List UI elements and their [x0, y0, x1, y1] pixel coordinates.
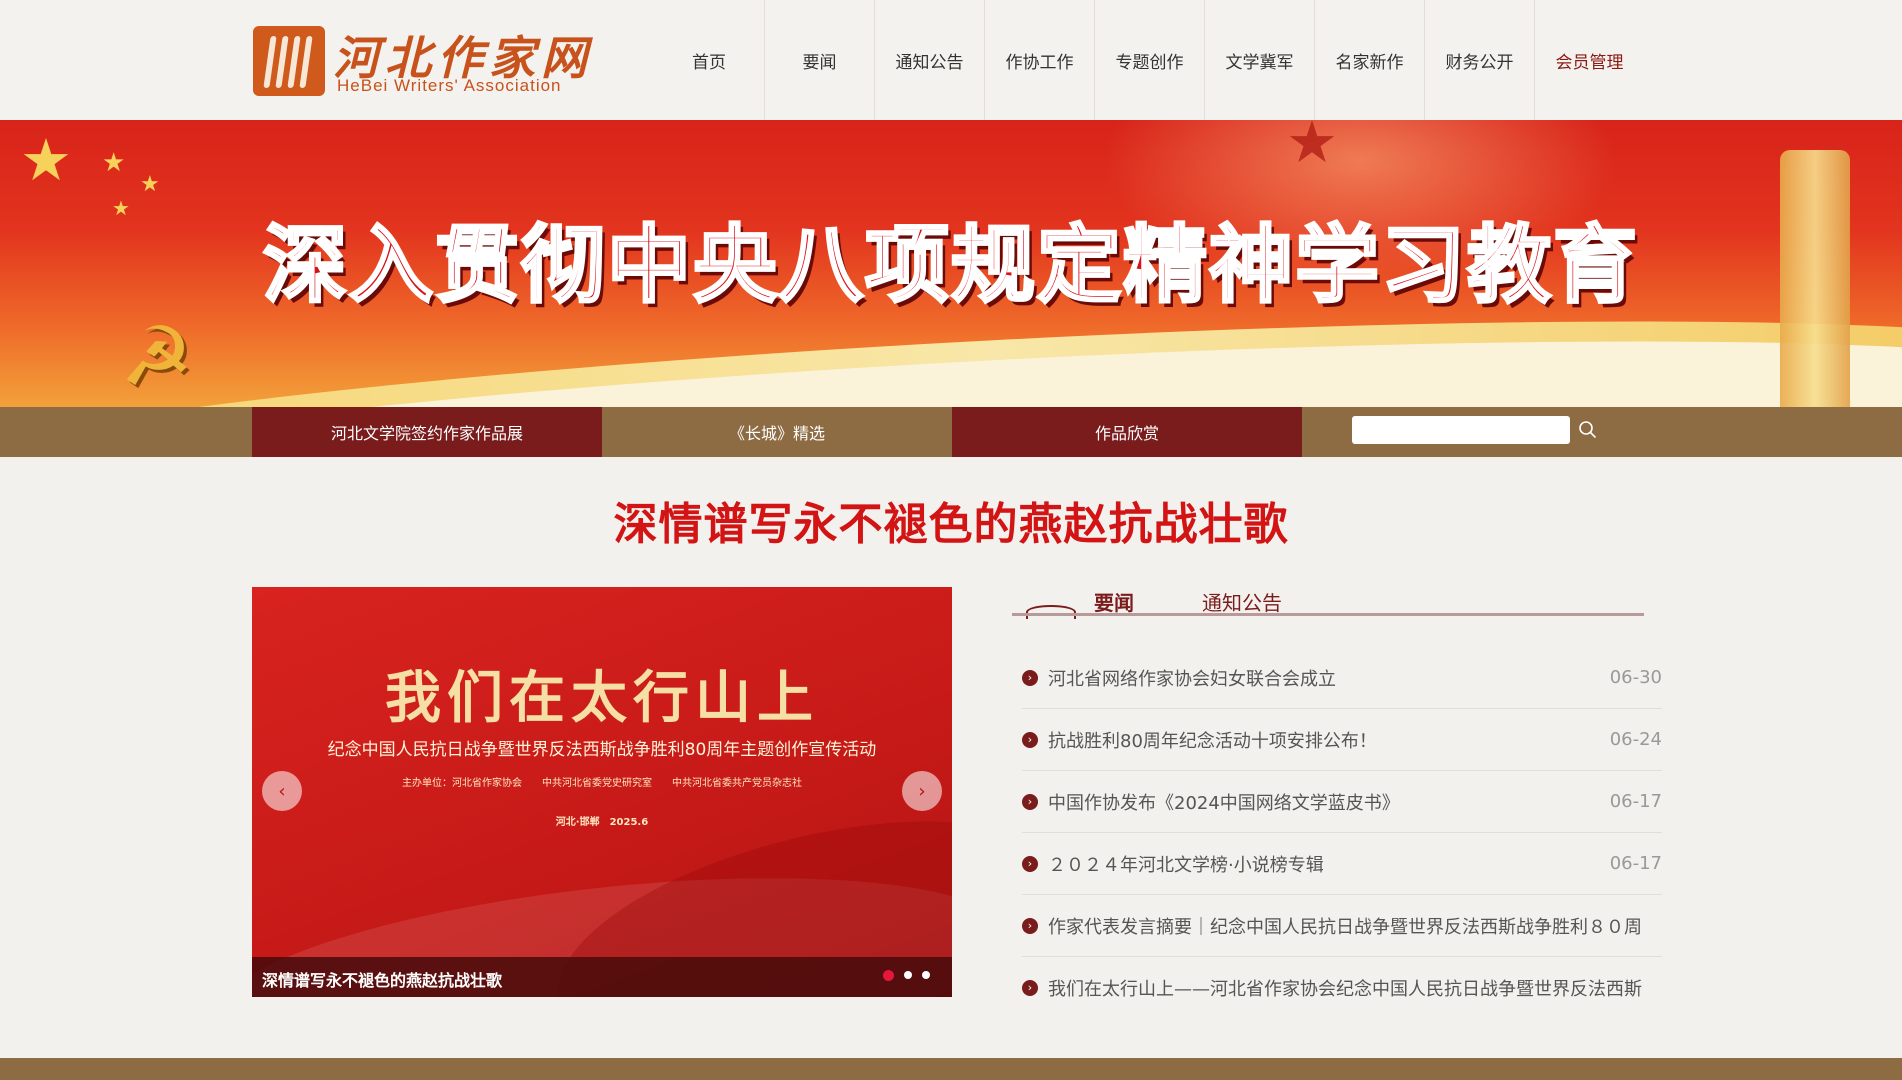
news-date: 06-17	[1609, 853, 1662, 874]
slider-next-button[interactable]: ›	[902, 771, 942, 811]
star-icon: ★	[140, 172, 160, 197]
sub-nav-bar: 河北文学院签约作家作品展 《长城》精选 作品欣赏	[0, 407, 1902, 457]
nav-member-management[interactable]: 会员管理	[1534, 0, 1644, 120]
slider-dot-2[interactable]	[904, 971, 912, 979]
hammer-sickle-icon: ☭	[120, 310, 194, 405]
tab-decoration	[1026, 605, 1076, 619]
subnav-great-wall[interactable]: 《长城》精选	[602, 407, 952, 457]
nav-special-topics[interactable]: 专题创作	[1094, 0, 1204, 120]
nav-hebei-writers[interactable]: 文学冀军	[1204, 0, 1314, 120]
chevron-left-icon: ‹	[278, 780, 286, 802]
nav-notices[interactable]: 通知公告	[874, 0, 984, 120]
news-title[interactable]: 中国作协发布《2024中国网络文学蓝皮书》	[1048, 789, 1648, 815]
search-input[interactable]	[1352, 416, 1570, 444]
slide-subtitle: 纪念中国人民抗日战争暨世界反法西斯战争胜利80周年主题创作宣传活动	[327, 740, 877, 760]
footer-band	[0, 1058, 1902, 1080]
nav-new-works[interactable]: 名家新作	[1314, 0, 1424, 120]
slider-dots	[883, 970, 930, 981]
tab-news[interactable]: 要闻	[1094, 587, 1134, 616]
slider-dot-3[interactable]	[922, 971, 930, 979]
feature-headline[interactable]: 深情谱写永不褪色的燕赵抗战壮歌	[0, 488, 1902, 552]
search-icon[interactable]	[1574, 416, 1602, 444]
tabs-underline	[1012, 613, 1644, 616]
news-item[interactable]: › 河北省网络作家协会妇女联合会成立 06-30	[1022, 647, 1662, 709]
chevron-right-icon: ›	[1022, 731, 1038, 748]
news-item[interactable]: › 我们在太行山上——河北省作家协会纪念中国人民抗日战争暨世界反法西斯	[1022, 957, 1662, 1018]
image-slider[interactable]: 我们在太行山上 纪念中国人民抗日战争暨世界反法西斯战争胜利80周年主题创作宣传活…	[252, 587, 952, 997]
chevron-right-icon: ›	[1022, 979, 1038, 996]
news-title[interactable]: ２０２４年河北文学榜·小说榜专辑	[1048, 851, 1648, 877]
nav-news[interactable]: 要闻	[764, 0, 874, 120]
main-nav: 首页 要闻 通知公告 作协工作 专题创作 文学冀军 名家新作 财务公开 会员管理	[654, 0, 1644, 120]
chevron-right-icon: ›	[918, 780, 926, 802]
national-emblem-icon: ★	[1286, 120, 1338, 176]
subnav-works-appreciation[interactable]: 作品欣赏	[952, 407, 1302, 457]
tab-notices[interactable]: 通知公告	[1202, 587, 1282, 616]
news-item[interactable]: › ２０２４年河北文学榜·小说榜专辑 06-17	[1022, 833, 1662, 895]
chevron-right-icon: ›	[1022, 917, 1038, 934]
slide-caption[interactable]: 深情谱写永不褪色的燕赵抗战壮歌	[262, 967, 502, 991]
site-header: 河北作家网 HeBei Writers' Association 首页 要闻 通…	[0, 0, 1902, 120]
slider-prev-button[interactable]: ‹	[262, 771, 302, 811]
chevron-right-icon: ›	[1022, 793, 1038, 810]
slide-organizers: 主办单位：河北省作家协会 中共河北省委党史研究室 中共河北省委共产党员杂志社	[402, 778, 802, 789]
news-title[interactable]: 抗战胜利80周年纪念活动十项安排公布！	[1048, 727, 1648, 753]
news-title[interactable]: 河北省网络作家协会妇女联合会成立	[1048, 665, 1648, 691]
news-panel: 要闻 通知公告 › 河北省网络作家协会妇女联合会成立 06-30 › 抗战胜利8…	[1012, 587, 1662, 1007]
chevron-right-icon: ›	[1022, 669, 1038, 686]
nav-home[interactable]: 首页	[654, 0, 764, 120]
slide-title: 我们在太行山上	[385, 666, 819, 731]
news-title[interactable]: 作家代表发言摘要｜纪念中国人民抗日战争暨世界反法西斯战争胜利８０周	[1048, 913, 1648, 939]
hero-banner: ★ ★ ★ ★ ★ ☭ 深入贯彻中央八项规定精神学习教育	[0, 120, 1902, 407]
logo-english-text: HeBei Writers' Association	[337, 76, 562, 95]
star-icon: ★	[102, 148, 126, 178]
banner-title: 深入贯彻中央八项规定精神学习教育	[261, 215, 1639, 316]
nav-finance[interactable]: 财务公开	[1424, 0, 1534, 120]
nav-association-work[interactable]: 作协工作	[984, 0, 1094, 120]
news-list: › 河北省网络作家协会妇女联合会成立 06-30 › 抗战胜利80周年纪念活动十…	[1022, 647, 1662, 1018]
news-title[interactable]: 我们在太行山上——河北省作家协会纪念中国人民抗日战争暨世界反法西斯	[1048, 975, 1648, 1001]
subnav-signed-writers[interactable]: 河北文学院签约作家作品展	[252, 407, 602, 457]
news-date: 06-24	[1609, 729, 1662, 750]
slider-dot-1[interactable]	[883, 970, 894, 981]
chevron-right-icon: ›	[1022, 855, 1038, 872]
slide-date: 河北·邯郸 2025.6	[555, 817, 649, 828]
news-date: 06-30	[1609, 667, 1662, 688]
logo-mark-icon	[253, 26, 325, 96]
news-item[interactable]: › 抗战胜利80周年纪念活动十项安排公布！ 06-24	[1022, 709, 1662, 771]
site-logo[interactable]: 河北作家网 HeBei Writers' Association	[253, 24, 593, 98]
news-item[interactable]: › 作家代表发言摘要｜纪念中国人民抗日战争暨世界反法西斯战争胜利８０周	[1022, 895, 1662, 957]
news-item[interactable]: › 中国作协发布《2024中国网络文学蓝皮书》 06-17	[1022, 771, 1662, 833]
slide-caption-bar: 深情谱写永不褪色的燕赵抗战壮歌	[252, 957, 952, 997]
star-icon: ★	[20, 126, 72, 194]
news-date: 06-17	[1609, 791, 1662, 812]
